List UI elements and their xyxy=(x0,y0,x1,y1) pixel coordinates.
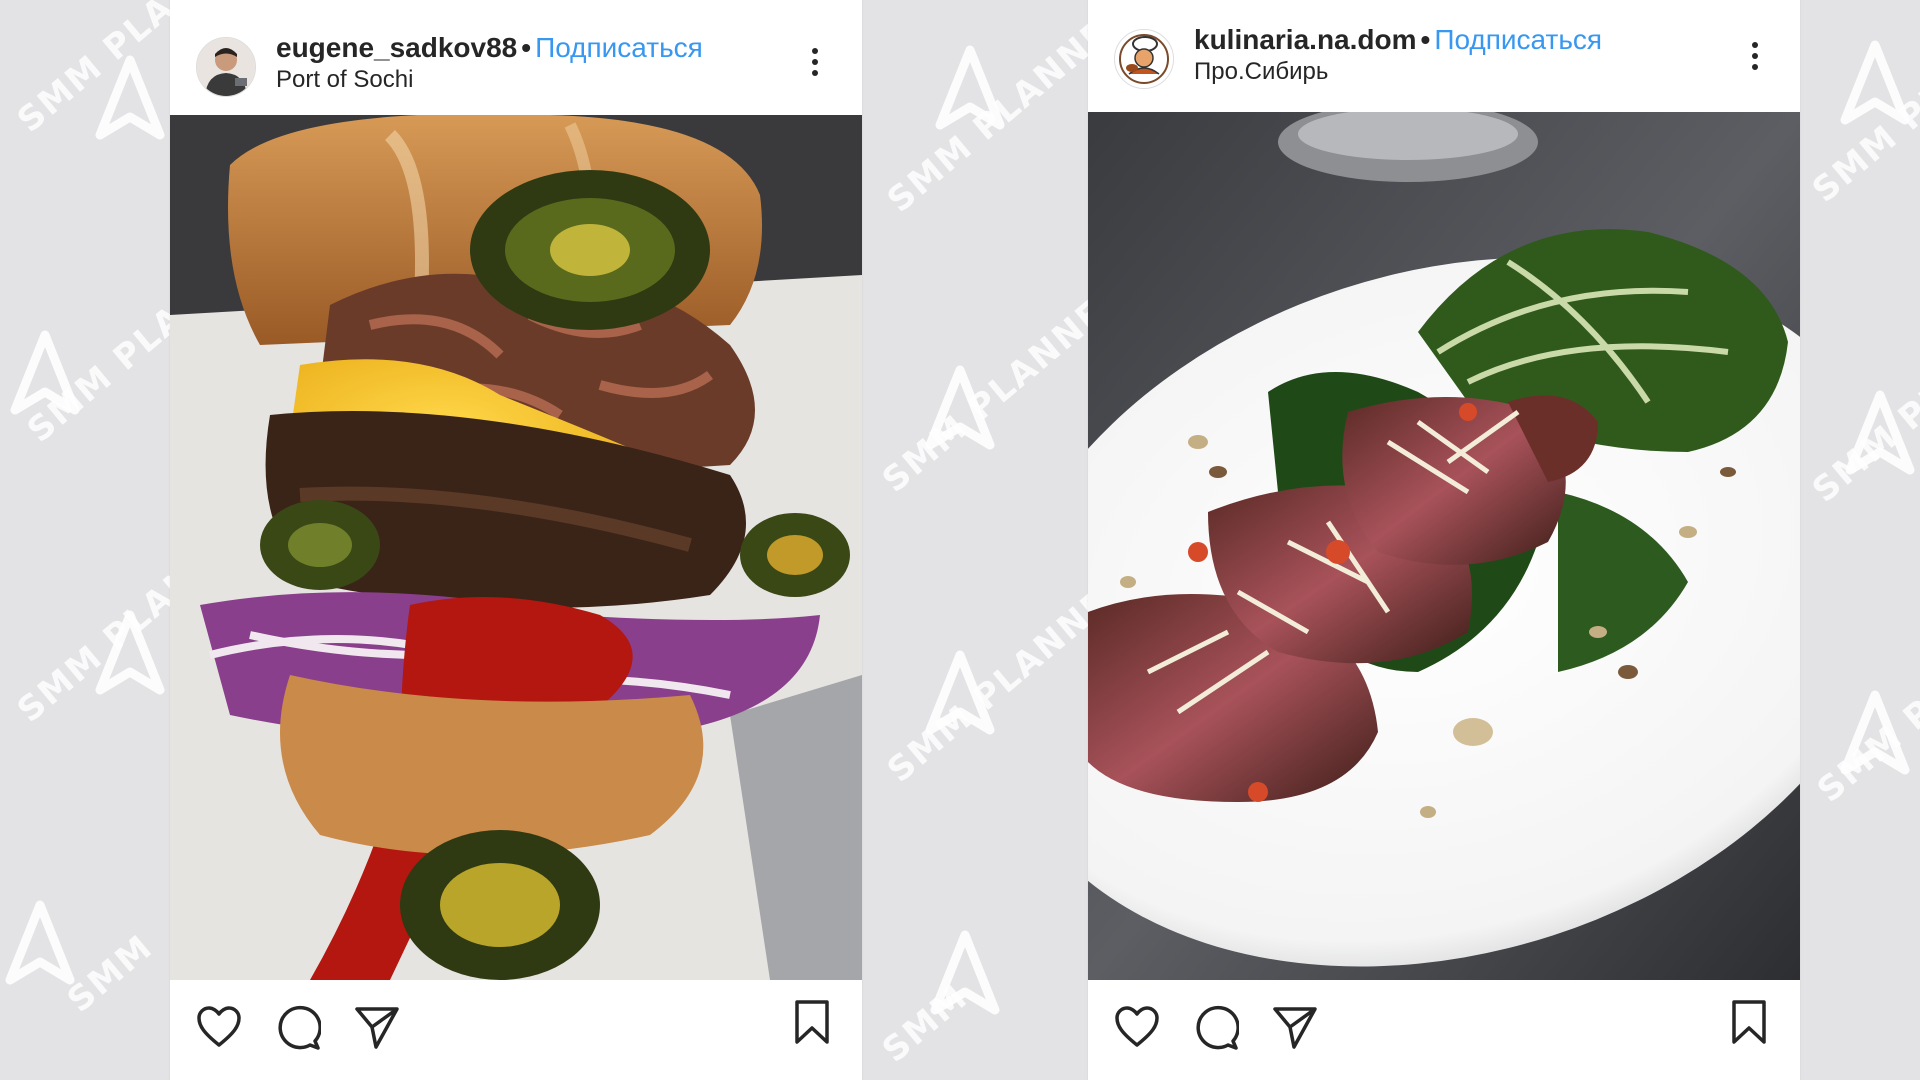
planner-logo-icon xyxy=(5,900,75,985)
follow-button[interactable]: Подписаться xyxy=(1434,24,1602,55)
separator-dot: • xyxy=(1420,24,1431,55)
more-options-icon[interactable] xyxy=(1750,42,1760,75)
planner-logo-icon xyxy=(95,55,165,140)
username-link[interactable]: kulinaria.na.dom xyxy=(1194,24,1417,55)
more-options-icon[interactable] xyxy=(810,48,820,81)
share-icon[interactable] xyxy=(354,1005,400,1051)
author-line: eugene_sadkov88 • Подписаться xyxy=(276,32,703,64)
post-author-block: kulinaria.na.dom • Подписаться Про.Сибирь xyxy=(1194,24,1602,86)
steak-photo xyxy=(1088,112,1800,980)
heart-icon[interactable] xyxy=(196,1005,242,1049)
avatar[interactable] xyxy=(1114,29,1174,89)
separator-dot: • xyxy=(521,32,532,63)
avatar[interactable] xyxy=(196,37,256,97)
planner-logo-icon xyxy=(935,45,1005,130)
post-actions xyxy=(170,995,862,1065)
planner-logo-icon xyxy=(925,650,995,735)
post-author-block: eugene_sadkov88 • Подписаться Port of Soch… xyxy=(276,32,703,94)
instagram-post-eugene: eugene_sadkov88 • Подписаться Port of Soch… xyxy=(170,0,862,1080)
post-header: kulinaria.na.dom • Подписаться Про.Сибирь xyxy=(1088,0,1800,112)
watermark-text: SMM xyxy=(60,926,161,1021)
post-actions xyxy=(1088,995,1800,1065)
post-photo[interactable] xyxy=(1088,112,1800,980)
post-header: eugene_sadkov88 • Подписаться Port of Soch… xyxy=(170,0,862,112)
location-link[interactable]: Про.Сибирь xyxy=(1194,58,1602,86)
bookmark-icon[interactable] xyxy=(1729,999,1769,1045)
comment-icon[interactable] xyxy=(1193,1005,1239,1051)
planner-logo-icon xyxy=(1845,390,1915,475)
username-link[interactable]: eugene_sadkov88 xyxy=(276,32,517,63)
location-link[interactable]: Port of Sochi xyxy=(276,66,703,94)
user-avatar-icon xyxy=(197,38,255,96)
planner-logo-icon xyxy=(95,610,165,695)
bookmark-icon[interactable] xyxy=(792,999,832,1045)
burger-photo xyxy=(170,115,862,980)
post-photo[interactable] xyxy=(170,115,862,980)
heart-icon[interactable] xyxy=(1114,1005,1160,1049)
planner-logo-icon xyxy=(1840,40,1910,125)
comment-icon[interactable] xyxy=(275,1005,321,1051)
planner-logo-icon xyxy=(10,330,80,415)
instagram-post-kulinaria: kulinaria.na.dom • Подписаться Про.Сибирь xyxy=(1088,0,1800,1080)
planner-logo-icon xyxy=(1840,690,1910,775)
follow-button[interactable]: Подписаться xyxy=(535,32,703,63)
share-icon[interactable] xyxy=(1272,1005,1318,1051)
planner-logo-icon xyxy=(925,365,995,450)
planner-logo-icon xyxy=(930,930,1000,1015)
chef-avatar-icon xyxy=(1115,30,1173,88)
author-line: kulinaria.na.dom • Подписаться xyxy=(1194,24,1602,56)
